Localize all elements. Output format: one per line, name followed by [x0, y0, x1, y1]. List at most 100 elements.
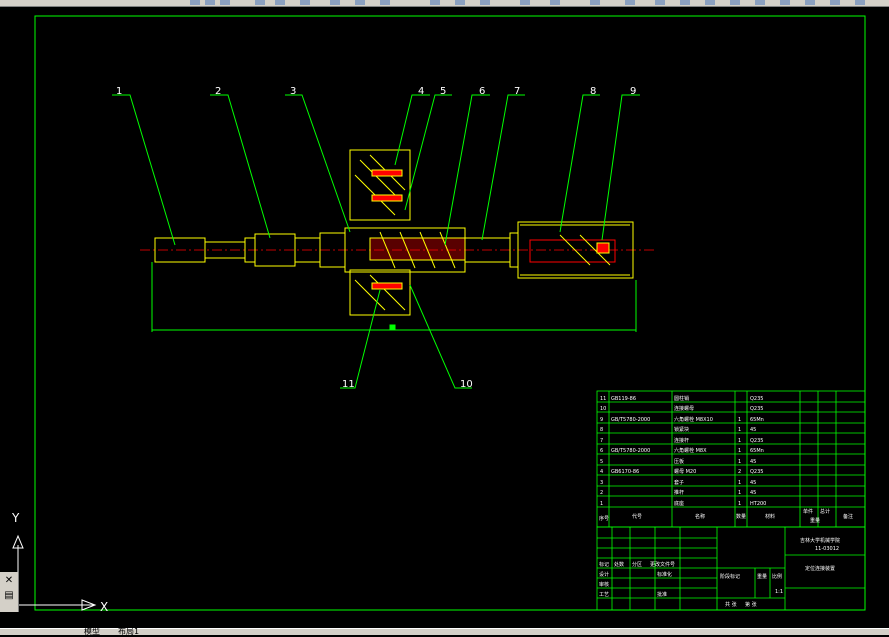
properties-icon[interactable]: ▤ — [2, 590, 16, 602]
balloon-4: 4 — [418, 86, 424, 97]
tb-sheet-no: 第 张 — [745, 601, 757, 608]
bom-row-std: GB/T5780-2000 — [611, 417, 650, 423]
toolbar-button[interactable] — [300, 0, 310, 5]
bom-row-mat: 65Mn — [750, 417, 764, 423]
bom-row-name: 推杆 — [674, 489, 684, 496]
bom-row-name: 六角螺栓 M8X — [674, 447, 707, 454]
toolbar-button[interactable] — [355, 0, 365, 5]
toolbar-button[interactable] — [480, 0, 490, 5]
tb-label-count: 处数 — [614, 561, 624, 568]
toolbar-button[interactable] — [805, 0, 815, 5]
toolbar-button[interactable] — [680, 0, 690, 5]
toolbar-button[interactable] — [380, 0, 390, 5]
bom-row-name: 螺母 M20 — [674, 468, 696, 475]
bom-row-name: 锁紧块 — [674, 426, 689, 433]
tb-col-stage: 阶段标记 — [720, 573, 740, 580]
toolbar-button[interactable] — [550, 0, 560, 5]
bom-row-std: GB6170-86 — [611, 469, 639, 475]
bom-row-mat: Q235 — [750, 396, 763, 402]
bom-row-name: 六角螺栓 M8X10 — [674, 416, 713, 423]
balloon-8: 8 — [590, 86, 596, 97]
bom-row-mat: Q235 — [750, 438, 763, 444]
bom-header-name: 名称 — [695, 513, 705, 520]
bom-row-no: 7 — [600, 438, 603, 444]
close-icon[interactable]: ✕ — [2, 575, 16, 587]
balloon-11: 11 — [342, 379, 355, 390]
tb-label-mark: 标记 — [599, 561, 609, 568]
toolbar-button[interactable] — [655, 0, 665, 5]
bom-row-name: 连接螺母 — [674, 405, 694, 412]
tb-col-weight: 重量 — [757, 573, 767, 580]
drawing-frame — [34, 15, 866, 611]
toolbar-button[interactable] — [625, 0, 635, 5]
tab-layout1[interactable]: 布局1 — [118, 626, 139, 637]
toolbar-button[interactable] — [455, 0, 465, 5]
toolbar-button[interactable] — [520, 0, 530, 5]
tb-label-review: 审核 — [599, 581, 609, 588]
balloon-5: 5 — [440, 86, 446, 97]
tb-scale-value: 1:1 — [775, 589, 783, 595]
part-8-housing — [509, 221, 634, 279]
tb-label-zone: 分区 — [632, 561, 642, 568]
bom-row-name: 压板 — [674, 458, 684, 465]
bom-row-no: 3 — [600, 480, 603, 486]
bom-row-qty: 1 — [738, 459, 741, 465]
toolbar-button[interactable] — [255, 0, 265, 5]
bom-header-mass-total: 总计 — [820, 508, 830, 515]
bom-row-qty: 2 — [738, 469, 741, 475]
bom-header-no: 序号 — [599, 515, 609, 522]
bom-row-no: 6 — [600, 448, 603, 454]
bom-row-qty: 1 — [738, 448, 741, 454]
bom-header-mass: 重量 — [810, 517, 820, 524]
drawing-canvas[interactable]: 1 2 3 4 5 6 7 8 9 10 11 11 GB119-86 圆柱销 … — [0, 6, 889, 628]
balloon-6: 6 — [479, 86, 485, 97]
bom-row-mat: 45 — [750, 427, 756, 433]
toolbar-button[interactable] — [205, 0, 215, 5]
bom-row-no: 1 — [600, 501, 603, 507]
tb-label-change: 更改文件号 — [650, 561, 675, 568]
toolbar-button[interactable] — [830, 0, 840, 5]
tb-label-approve: 批准 — [657, 591, 667, 598]
bom-row-name: 套子 — [674, 479, 684, 486]
bom-row-no: 2 — [600, 490, 603, 496]
toolbar-button[interactable] — [430, 0, 440, 5]
toolbar-button[interactable] — [220, 0, 230, 5]
bom-row-name: 底座 — [674, 500, 684, 507]
ucs-x-label: X — [100, 600, 108, 614]
toolbar-button[interactable] — [275, 0, 285, 5]
tab-model[interactable]: 模型 — [84, 626, 100, 637]
bom-rows: 11 GB119-86 圆柱销 Q235 10 连接螺母 Q235 9 GB/T… — [599, 395, 853, 524]
toolbar-button[interactable] — [780, 0, 790, 5]
balloon-10: 10 — [460, 379, 473, 390]
bom-row-no: 11 — [600, 396, 606, 402]
toolbar-button[interactable] — [855, 0, 865, 5]
tb-sheets: 共 张 — [725, 601, 737, 608]
toolbar-button[interactable] — [730, 0, 740, 5]
bom-row-no: 9 — [600, 417, 603, 423]
tb-col-scale: 比例 — [772, 573, 782, 580]
bom-row-name: 圆柱销 — [674, 395, 689, 402]
bom-table — [596, 390, 866, 528]
tb-label-design: 设计 — [599, 571, 609, 578]
bom-row-qty: 1 — [738, 490, 741, 496]
toolbar-button[interactable] — [755, 0, 765, 5]
balloon-3: 3 — [290, 86, 296, 97]
toolbar-button[interactable] — [190, 0, 200, 5]
bom-row-mat: Q235 — [750, 469, 763, 475]
bom-header-mat: 材料 — [765, 513, 775, 520]
ucs-y-label: Y — [11, 511, 20, 525]
bom-header-note: 备注 — [843, 513, 853, 520]
tb-label-standard: 标准化 — [657, 571, 672, 578]
toolbar-button[interactable] — [330, 0, 340, 5]
balloon-7: 7 — [514, 86, 520, 97]
bom-row-qty: 1 — [738, 438, 741, 444]
bom-row-mat: Q235 — [750, 406, 763, 412]
tb-label-process: 工艺 — [599, 592, 609, 598]
toolbar-button[interactable] — [705, 0, 715, 5]
tool-palette: ✕ ▤ — [0, 572, 19, 612]
bom-row-name: 连接杆 — [674, 437, 689, 444]
toolbar-button[interactable] — [590, 0, 600, 5]
bom-row-std: GB119-86 — [611, 396, 636, 402]
bom-row-qty: 1 — [738, 501, 741, 507]
bom-row-no: 8 — [600, 427, 603, 433]
